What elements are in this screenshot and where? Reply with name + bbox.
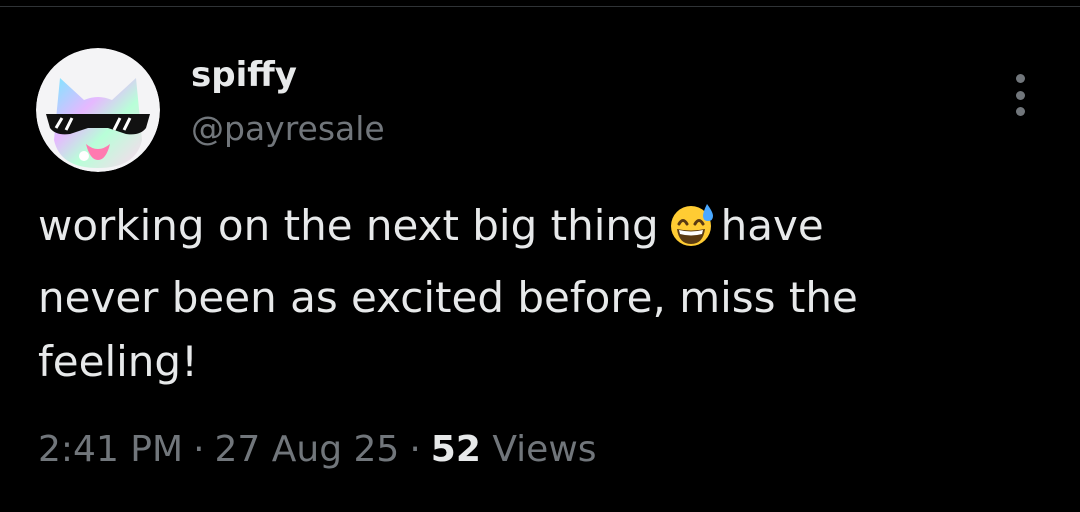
tweet-card: spiffy @payresale working on the next bi… [0,0,1080,512]
tweet-text: working on the next big thing have never… [38,194,1048,394]
views-label[interactable]: Views [492,429,596,470]
tweet-meta: 2:41 PM · 27 Aug 25 · 52 Views [38,426,597,474]
meta-separator-1: · [193,429,205,470]
top-divider [0,6,1080,7]
tweet-line-3: feeling! [38,337,198,386]
author-handle[interactable]: @payresale [191,108,385,150]
author-display-name[interactable]: spiffy [191,54,297,96]
tweet-line-1: working on the next big thing have [38,194,1048,266]
tweet-line-2: never been as excited before, miss the [38,273,858,322]
avatar[interactable] [36,48,160,172]
meta-separator-2: · [409,429,421,470]
tweet-line-1-start: working on the next big thing [38,201,659,250]
grinning-face-with-sweat-icon [669,202,715,266]
more-options-icon-dot-1 [1015,74,1025,83]
tweet-date[interactable]: 27 Aug 25 [215,429,400,470]
tweet-time[interactable]: 2:41 PM [38,429,183,470]
views-count[interactable]: 52 [431,429,481,470]
tweet-line-1-end: have [720,201,824,250]
more-options-icon-dot-3 [1015,107,1025,116]
more-options-icon-dot-2 [1015,90,1025,100]
more-options-button[interactable] [1004,74,1036,116]
avatar-image [36,48,160,172]
